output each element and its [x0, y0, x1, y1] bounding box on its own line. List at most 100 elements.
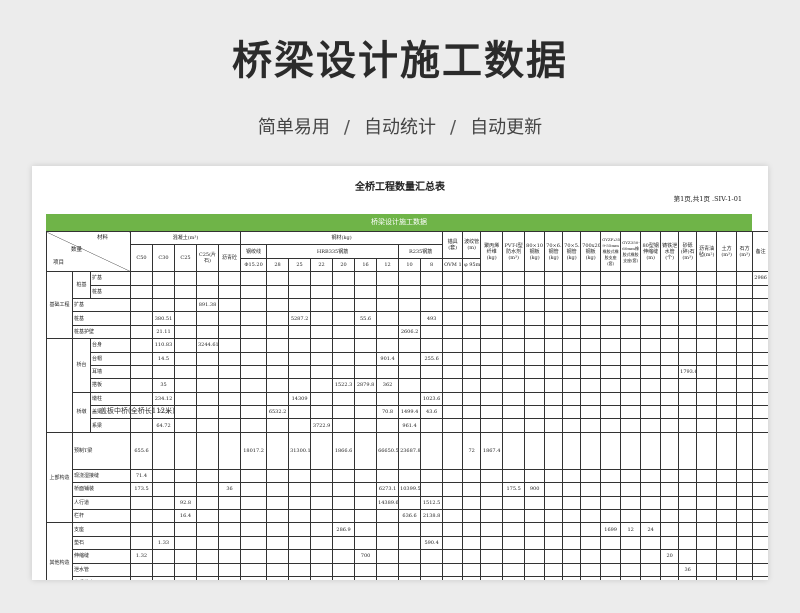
table-cell — [660, 297, 680, 313]
table-row: 其他构造 支座 286.9 1699 12 24 — [46, 522, 768, 580]
table-cell — [562, 391, 582, 407]
table-cell — [502, 271, 526, 286]
table-row: 垫石 1.33 590.4 — [47, 535, 768, 551]
table-cell — [752, 522, 768, 537]
table-cell — [524, 297, 546, 313]
table-cell — [678, 431, 698, 470]
table-cell — [660, 284, 680, 299]
table-cell — [480, 311, 504, 326]
item-label: 桥墩 — [72, 391, 91, 433]
table-cell — [354, 284, 378, 299]
table-cell — [152, 562, 175, 577]
table-cell: 43.6 — [420, 405, 444, 420]
table-cell: 55.6 — [354, 311, 378, 326]
table-cell — [736, 522, 754, 537]
table-cell — [420, 271, 444, 286]
table-cell — [480, 297, 504, 313]
table-cell — [462, 509, 482, 524]
table-cell — [152, 431, 175, 470]
table-cell — [398, 351, 422, 366]
table-cell — [620, 431, 642, 470]
table-cell — [562, 549, 582, 564]
table-cell — [442, 338, 464, 353]
table-cell — [640, 297, 662, 313]
table-cell — [152, 495, 175, 511]
table-cell — [736, 535, 754, 551]
table-cell: 900 — [524, 482, 546, 497]
table-cell — [288, 297, 312, 313]
table-cell — [332, 482, 356, 497]
table-cell — [660, 431, 680, 470]
table-row: 人行道 92.8 14389.6 1512.5 — [47, 495, 768, 511]
table-cell — [524, 418, 546, 433]
table-cell — [196, 405, 219, 420]
table-cell — [502, 378, 526, 393]
table-cell — [354, 495, 378, 511]
table-cell — [736, 378, 754, 393]
table-cell — [240, 482, 268, 497]
table-cell — [398, 378, 422, 393]
table-cell: 64.72 — [152, 418, 175, 433]
table-cell — [640, 468, 662, 484]
table-cell — [660, 378, 680, 393]
table-cell — [442, 562, 464, 577]
table-cell — [736, 495, 754, 511]
table-cell — [716, 338, 738, 353]
table-cell — [462, 284, 482, 299]
table-cell — [174, 338, 197, 353]
table-cell — [752, 311, 768, 326]
table-cell — [544, 271, 564, 286]
table-cell: 6532.2 — [266, 405, 290, 420]
table-row: 台帽 14.5 901.4 255.6 — [47, 351, 768, 366]
table-cell — [354, 468, 378, 484]
table-cell — [580, 324, 602, 340]
table-cell — [376, 549, 400, 564]
table-cell — [217, 405, 242, 420]
table-cell: 255.6 — [420, 351, 444, 366]
table-cell — [130, 284, 153, 299]
table-cell — [660, 509, 680, 524]
table-cell — [217, 271, 242, 286]
table-cell — [462, 324, 482, 340]
table-cell — [620, 405, 642, 420]
table-cell — [502, 509, 526, 524]
table-row: 桥台 台身 110.83 3244.61 — [46, 338, 768, 433]
table-cell — [696, 405, 718, 420]
table-cell: 173.5 — [130, 482, 153, 497]
table-cell — [660, 522, 680, 537]
table-cell — [332, 391, 356, 407]
table-cell — [420, 324, 444, 340]
page-number: 第1页,共1页 .SIV-1-01 — [673, 195, 742, 203]
table-cell — [240, 468, 268, 484]
table-cell — [620, 549, 642, 564]
table-cell — [752, 509, 768, 524]
table-cell — [580, 391, 602, 407]
table-cell — [288, 405, 312, 420]
table-cell — [376, 535, 400, 551]
table-cell — [480, 271, 504, 286]
header-bearing1: GYZF₄350-9-55mm橡胶式橡胶支座(套) — [600, 230, 622, 273]
table-cell — [376, 575, 400, 580]
table-cell — [716, 405, 738, 420]
table-cell — [196, 391, 219, 407]
table-cell — [462, 418, 482, 433]
table-row: 搭板 35 1522.3 2879.8 362 — [47, 378, 768, 393]
table-cell — [660, 405, 680, 420]
table-cell — [696, 364, 718, 380]
table-cell — [310, 468, 334, 484]
table-cell: 36 — [217, 482, 242, 497]
table-cell — [442, 351, 464, 366]
table-cell — [736, 468, 754, 484]
table-cell — [240, 271, 268, 286]
table-cell — [696, 482, 718, 497]
table-cell — [420, 284, 444, 299]
table-cell — [524, 324, 546, 340]
table-cell — [130, 271, 153, 286]
table-cell — [217, 364, 242, 380]
table-cell — [640, 378, 662, 393]
table-cell: 1522.3 — [332, 378, 356, 393]
table-cell — [752, 495, 768, 511]
table-cell — [462, 575, 482, 580]
table-cell — [524, 431, 546, 470]
table-cell — [678, 391, 698, 407]
